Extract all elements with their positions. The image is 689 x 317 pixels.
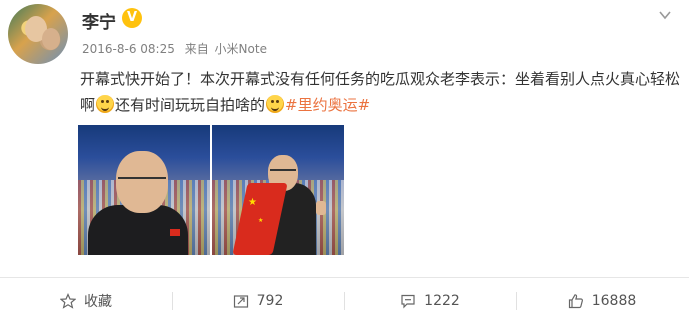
thumbs-up-icon [568,294,583,309]
person-face [116,151,168,213]
post-image-2[interactable]: ★ ★ [212,125,344,255]
like-count: 16888 [591,293,637,309]
person-glasses [270,169,296,171]
laughing-emoji-icon [96,95,115,113]
repost-icon [233,295,248,308]
weibo-post: 李宁 V 2016-8-6 08:25 来自 小米Note 开幕式快开始了！本次… [0,0,689,317]
post-text-part2: 还有时间玩玩自拍啥的 [115,96,266,114]
action-bar-divider [0,277,689,278]
chevron-down-icon[interactable] [658,8,672,22]
repost-count: 792 [256,293,284,309]
verified-badge-icon: V [122,8,142,28]
avatar[interactable] [8,4,68,64]
thumbs-up-hand [316,201,326,215]
comment-count: 1222 [424,293,460,309]
username[interactable]: 李宁 [82,8,116,33]
post-text: 开幕式快开始了！本次开幕式没有任何任务的吃瓜观众老李表示：坐着看别人点火真心轻松… [80,66,680,118]
smile-emoji-icon [266,95,285,113]
post-meta: 2016-8-6 08:25 来自 小米Note [82,40,273,57]
post-timestamp[interactable]: 2016-8-6 08:25 [82,42,175,56]
avatar-face-secondary [42,28,60,50]
favorite-button[interactable]: 收藏 [0,286,172,316]
star-icon [60,293,76,309]
person-glasses [118,177,166,179]
source-prefix: 来自 [184,42,209,56]
comment-icon [401,294,415,309]
like-button[interactable]: 16888 [516,286,688,316]
flag-patch [170,229,180,236]
flag-star-icon: ★ [258,217,264,224]
favorite-label: 收藏 [84,294,112,310]
repost-button[interactable]: 792 [172,286,344,316]
post-source[interactable]: 小米Note [215,42,267,56]
comment-button[interactable]: 1222 [344,286,516,316]
post-image-1[interactable] [78,125,210,255]
flag-star-icon: ★ [248,197,257,208]
hashtag-link[interactable]: #里约奥运# [285,96,370,114]
